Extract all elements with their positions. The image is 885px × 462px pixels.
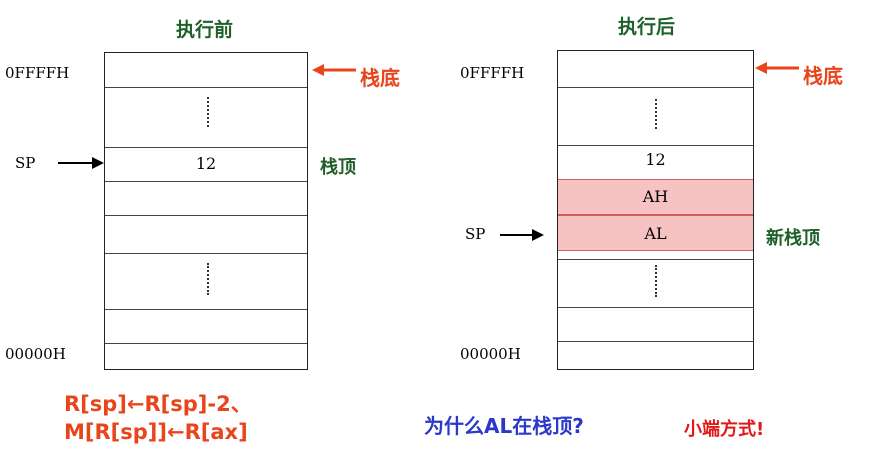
- right-stack-bottom-label: 栈底: [803, 64, 843, 88]
- formula: R[sp]←R[sp]-2、 M[R[sp]]←R[ax]: [64, 390, 252, 446]
- left-cell-12: 12: [195, 154, 217, 173]
- right-cell-al: AL: [644, 224, 667, 243]
- left-stack: [104, 52, 308, 370]
- left-stack-bottom-label: 栈底: [360, 66, 400, 90]
- left-sp-label: SP: [15, 154, 36, 172]
- right-sp-label: SP: [465, 225, 486, 243]
- left-bottom-address: 00000H: [5, 345, 66, 363]
- right-sp-arrow-icon: [500, 229, 544, 241]
- right-bottom-arrow-icon: [755, 62, 799, 74]
- right-bottom-address: 00000H: [460, 345, 521, 363]
- right-ellipsis-lower: [655, 265, 659, 297]
- right-stack: [557, 50, 754, 370]
- right-new-stack-top-label: 新栈顶: [766, 228, 820, 249]
- left-bottom-arrow-icon: [312, 64, 356, 76]
- right-ellipsis-upper: [655, 99, 659, 129]
- formula-line-1: R[sp]←R[sp]-2、: [64, 392, 252, 416]
- left-stack-top-label: 栈顶: [320, 157, 356, 178]
- question-text: 为什么AL在栈顶?: [424, 414, 584, 438]
- formula-line-2: M[R[sp]]←R[ax]: [64, 420, 248, 444]
- answer-text: 小端方式!: [684, 419, 765, 440]
- left-sp-arrow-icon: [58, 157, 104, 169]
- left-ellipsis-lower: [207, 263, 211, 295]
- right-top-address: 0FFFFH: [460, 64, 525, 82]
- left-top-address: 0FFFFH: [5, 64, 70, 82]
- left-title: 执行前: [176, 19, 234, 41]
- left-ellipsis-upper: [207, 97, 211, 127]
- right-title: 执行后: [618, 16, 676, 38]
- right-cell-ah: AH: [642, 187, 669, 206]
- right-cell-12: 12: [645, 150, 666, 169]
